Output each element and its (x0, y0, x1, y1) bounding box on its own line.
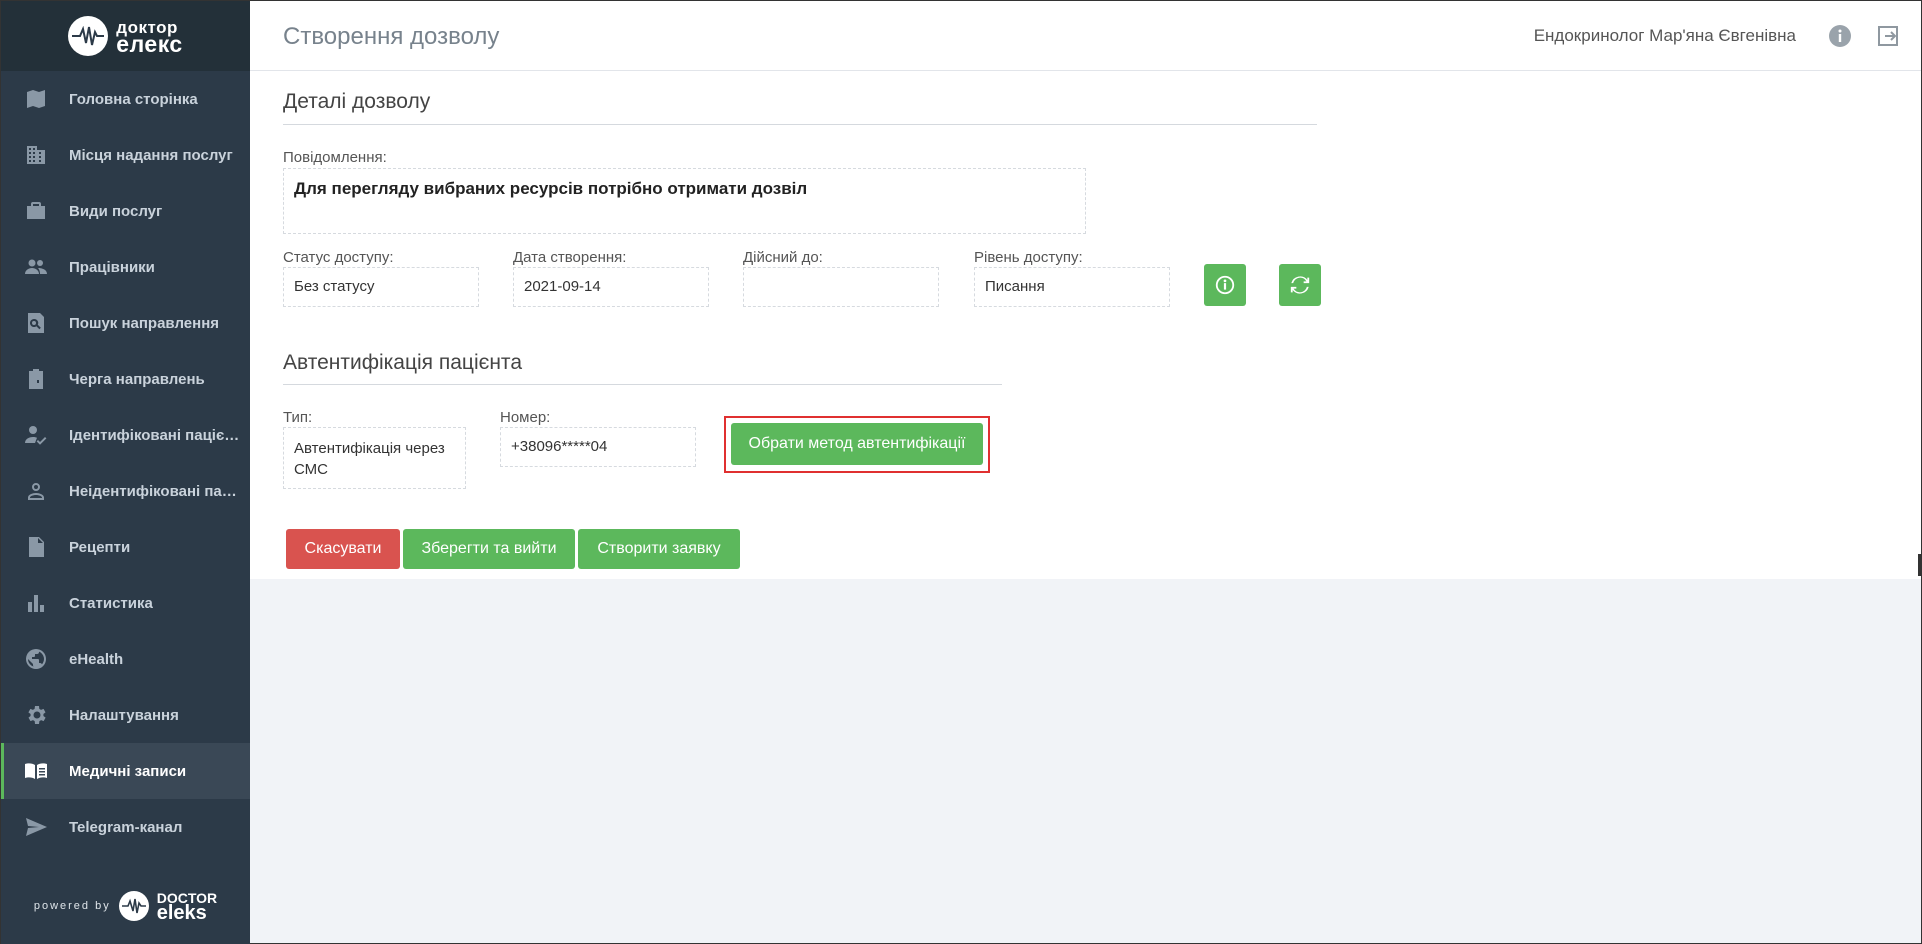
refresh-icon (1290, 276, 1310, 294)
valid-until-label: Дійсний до: (743, 249, 823, 266)
logo-pulse-icon (68, 16, 109, 56)
bar-chart-icon (23, 590, 49, 616)
window-resize-handle[interactable] (1918, 554, 1921, 576)
choose-auth-method-button[interactable]: Обрати метод автентифікації (731, 423, 983, 465)
status-value: Без статусу (294, 278, 375, 295)
send-icon (23, 814, 49, 840)
clipboard-icon (23, 366, 49, 392)
document-icon (23, 534, 49, 560)
person-check-icon (23, 422, 49, 448)
info-circle-icon (1215, 275, 1235, 295)
cancel-button[interactable]: Скасувати (286, 529, 400, 569)
sidebar-item-unidentified-patients[interactable]: Неідентифіковані пацієнти (1, 463, 250, 519)
user-name[interactable]: Ендокринолог Мар'яна Євгенівна (1534, 26, 1796, 46)
gear-icon (23, 702, 49, 728)
sidebar-item-label: Неідентифіковані пацієнти (69, 482, 244, 500)
sidebar-item-label: Черга направлень (69, 370, 205, 388)
refresh-button[interactable] (1279, 264, 1321, 306)
sidebar-item-places[interactable]: Місця надання послуг (1, 127, 250, 183)
auth-divider (283, 384, 1002, 385)
powered-by: powered by DOCTOR eleks (1, 891, 250, 924)
sidebar-item-label: Місця надання послуг (69, 146, 233, 164)
logo-text: доктор елекс (116, 19, 183, 57)
access-level-label: Рівень доступу: (974, 249, 1083, 266)
sidebar-item-settings[interactable]: Налаштування (1, 687, 250, 743)
message-text: Для перегляду вибраних ресурсів потрібно… (294, 179, 808, 198)
info-icon[interactable] (1827, 23, 1853, 49)
sidebar-item-label: Налаштування (69, 706, 179, 724)
auth-type-field[interactable]: Автентифікація через СМС (283, 427, 466, 489)
sidebar-item-label: Працівники (69, 258, 155, 276)
sidebar-item-telegram[interactable]: Telegram-канал (1, 799, 250, 855)
sidebar-item-identified-patients[interactable]: Ідентифіковані пацієнти (1, 407, 250, 463)
powered-by-text: powered by (33, 900, 111, 912)
auth-type-label: Тип: (283, 409, 313, 426)
powered-logo-text: DOCTOR eleks (156, 891, 217, 924)
top-header: Створення дозволу Ендокринолог Мар'яна Є… (250, 1, 1921, 71)
status-label: Статус доступу: (283, 249, 394, 266)
access-level-value: Писання (985, 278, 1045, 295)
logout-icon[interactable] (1875, 23, 1901, 49)
sidebar-item-label: Статистика (69, 594, 153, 612)
sidebar-item-label: Види послуг (69, 202, 163, 220)
info-button[interactable] (1204, 264, 1246, 306)
sidebar-item-referral-queue[interactable]: Черга направлень (1, 351, 250, 407)
save-and-exit-button[interactable]: Зберегти та вийти (403, 529, 575, 569)
sidebar-item-label: eHealth (69, 650, 124, 668)
auth-section-title: Автентифікація пацієнта (283, 351, 522, 374)
phone-number-value: +38096*****04 (511, 438, 608, 455)
sidebar-item-label: Головна сторінка (69, 90, 198, 108)
sidebar-item-referral-search[interactable]: Пошук направлення (1, 295, 250, 351)
access-level-field[interactable]: Писання (974, 267, 1170, 307)
sidebar-nav: Головна сторінка Місця надання послуг Ви… (1, 71, 250, 855)
sidebar-item-prescriptions[interactable]: Рецепти (1, 519, 250, 575)
main-content: Деталі дозволу Повідомлення: Для перегля… (250, 71, 1921, 579)
details-section-title: Деталі дозволу (283, 90, 431, 113)
book-icon (23, 758, 49, 784)
sidebar-item-medical-records[interactable]: Медичні записи (1, 743, 250, 799)
map-icon (23, 86, 49, 112)
sidebar-item-label: Рецепти (69, 538, 131, 556)
message-field: Для перегляду вибраних ресурсів потрібно… (283, 168, 1086, 234)
created-label: Дата створення: (513, 249, 627, 266)
auth-type-value: Автентифікація через СМС (294, 440, 445, 478)
sidebar-item-label: Telegram-канал (69, 818, 183, 836)
sidebar-item-label: Медичні записи (69, 762, 187, 780)
person-outline-icon (23, 478, 49, 504)
create-request-button[interactable]: Створити заявку (578, 529, 740, 569)
sidebar-item-employees[interactable]: Працівники (1, 239, 250, 295)
sidebar-item-label: Пошук направлення (69, 314, 219, 332)
sidebar: доктор елекс Головна сторінка Місця нада… (1, 1, 250, 944)
phone-number-label: Номер: (500, 409, 551, 426)
people-icon (23, 254, 49, 280)
app-logo[interactable]: доктор елекс (1, 1, 250, 71)
globe-icon (23, 646, 49, 672)
phone-number-field[interactable]: +38096*****04 (500, 427, 696, 467)
message-label: Повідомлення: (283, 149, 387, 166)
created-value: 2021-09-14 (524, 278, 601, 295)
valid-until-field[interactable] (743, 267, 939, 307)
powered-line2: eleks (156, 902, 207, 924)
sidebar-item-services[interactable]: Види послуг (1, 183, 250, 239)
sidebar-item-home[interactable]: Головна сторінка (1, 71, 250, 127)
sidebar-item-ehealth[interactable]: eHealth (1, 631, 250, 687)
powered-logo-icon (118, 891, 149, 921)
sidebar-item-statistics[interactable]: Статистика (1, 575, 250, 631)
search-document-icon (23, 310, 49, 336)
briefcase-icon (23, 198, 49, 224)
logo-line2: елекс (116, 31, 183, 57)
status-field[interactable]: Без статусу (283, 267, 479, 307)
details-divider (283, 124, 1317, 125)
page-title: Створення дозволу (283, 23, 500, 50)
created-field[interactable]: 2021-09-14 (513, 267, 709, 307)
building-icon (23, 142, 49, 168)
sidebar-item-label: Ідентифіковані пацієнти (69, 426, 244, 444)
